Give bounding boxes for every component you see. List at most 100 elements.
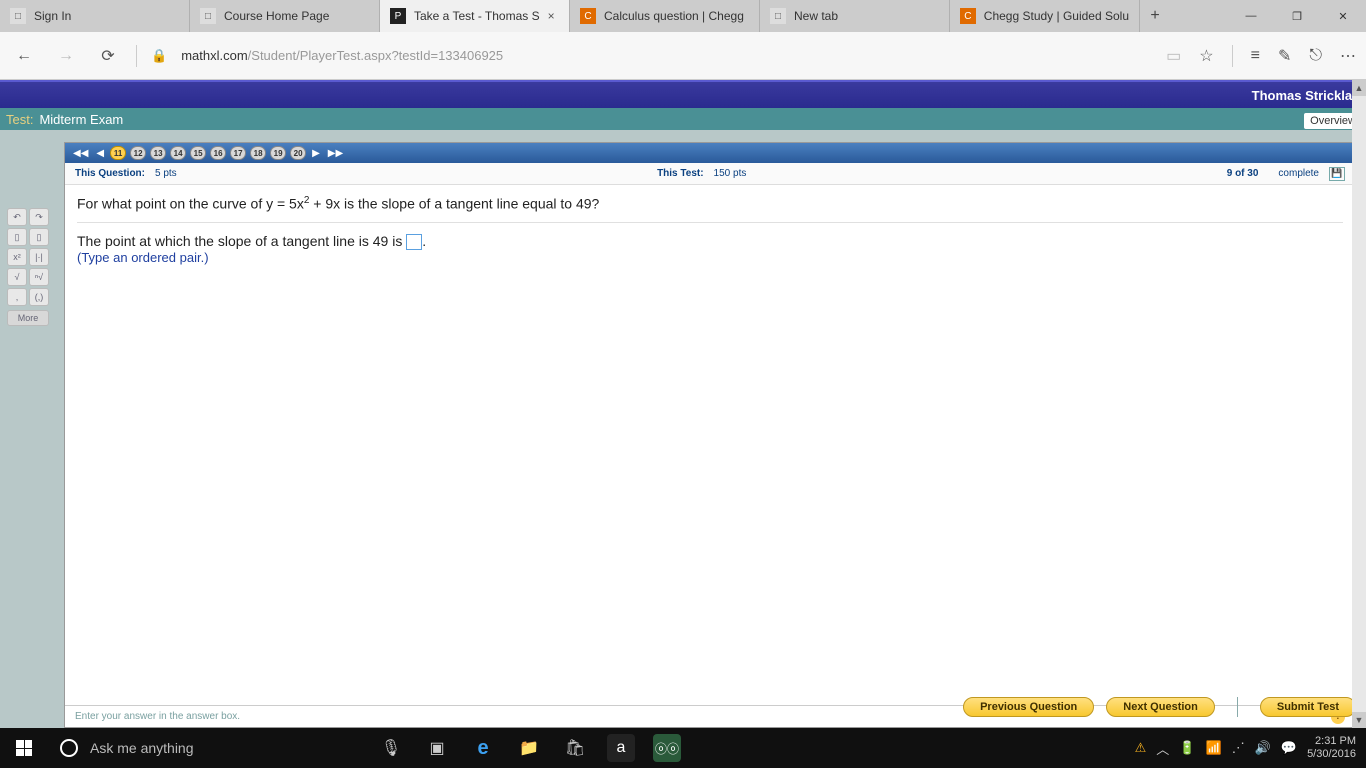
- wifi-icon[interactable]: ⋰: [1232, 740, 1245, 756]
- qnum-12[interactable]: 12: [130, 146, 146, 160]
- answer-input[interactable]: [406, 234, 422, 250]
- action-center-icon[interactable]: 💬: [1281, 740, 1297, 756]
- tab-chegg-question[interactable]: C Calculus question | Chegg: [570, 0, 760, 32]
- url-host: mathxl.com: [181, 48, 247, 63]
- comma-button[interactable]: ,: [7, 288, 27, 306]
- test-label: Test:: [6, 112, 33, 127]
- pair-button[interactable]: (,): [29, 288, 49, 306]
- qnum-14[interactable]: 14: [170, 146, 186, 160]
- this-test-label: This Test:: [657, 168, 703, 179]
- cortana-icon: [60, 739, 78, 757]
- url-path: /Student/PlayerTest.aspx?testId=13340692…: [248, 48, 504, 63]
- page-scrollbar[interactable]: ▲ ▼: [1352, 80, 1366, 728]
- abs-button[interactable]: |·|: [29, 248, 49, 266]
- question-body: For what point on the curve of y = 5x2 +…: [65, 185, 1355, 705]
- tab-title: Take a Test - Thomas S: [414, 9, 540, 23]
- forward-button[interactable]: →: [52, 42, 80, 70]
- separator: [1237, 697, 1238, 717]
- task-view-icon[interactable]: ▣: [414, 728, 460, 768]
- clock[interactable]: 2:31 PM 5/30/2016: [1307, 735, 1356, 761]
- work-area: ↶↷ ▯▯ x²|·| √ⁿ√ ,(,) More ◀◀ ◀ 11 12 13 …: [0, 130, 1366, 728]
- more-tools-button[interactable]: More: [7, 310, 49, 326]
- new-tab-button[interactable]: +: [1140, 0, 1170, 32]
- toolbar-right: ▭ ☆ ≡ ✎ ⎋ ⋯: [1166, 45, 1356, 67]
- qnum-11[interactable]: 11: [110, 146, 126, 160]
- maximize-button[interactable]: ❐: [1274, 0, 1320, 32]
- redo-button[interactable]: ↷: [29, 208, 49, 226]
- network-icon[interactable]: 📶: [1206, 740, 1222, 756]
- previous-question-button[interactable]: Previous Question: [963, 697, 1094, 717]
- cortana-placeholder: Ask me anything: [90, 740, 194, 756]
- amazon-icon[interactable]: a: [607, 734, 635, 762]
- test-name: Midterm Exam: [39, 112, 123, 127]
- nav-prev-icon[interactable]: ◀: [94, 148, 106, 159]
- scroll-down-icon[interactable]: ▼: [1352, 712, 1366, 728]
- favorite-icon[interactable]: ☆: [1199, 46, 1213, 66]
- date: 5/30/2016: [1307, 748, 1356, 761]
- answer-hint: (Type an ordered pair.): [77, 250, 1343, 265]
- close-icon[interactable]: ×: [548, 9, 555, 23]
- qnum-17[interactable]: 17: [230, 146, 246, 160]
- fraction-button[interactable]: ▯: [7, 228, 27, 246]
- volume-icon[interactable]: 🔊: [1255, 740, 1271, 756]
- tab-title: New tab: [794, 9, 838, 23]
- app-header: Thomas Stricklan: [0, 80, 1366, 108]
- page-icon: □: [10, 8, 26, 24]
- file-explorer-icon[interactable]: 📁: [506, 728, 552, 768]
- tab-take-test[interactable]: P Take a Test - Thomas S ×: [380, 0, 570, 32]
- undo-button[interactable]: ↶: [7, 208, 27, 226]
- nav-next-icon[interactable]: ▶: [310, 148, 322, 159]
- onedrive-warn-icon[interactable]: ⚠: [1135, 740, 1147, 756]
- hub-icon[interactable]: ≡: [1251, 47, 1260, 65]
- taskbar-apps: 🎙 ▣ e 📁 🛍 a ⓞⓞ: [368, 728, 690, 768]
- qnum-18[interactable]: 18: [250, 146, 266, 160]
- share-icon[interactable]: ⎋: [1309, 47, 1322, 65]
- this-test-pts: 150 pts: [714, 168, 747, 179]
- notes-icon[interactable]: ✎: [1278, 46, 1291, 66]
- separator: [1232, 45, 1233, 67]
- chevron-up-icon[interactable]: ︿: [1156, 739, 1169, 758]
- qnum-15[interactable]: 15: [190, 146, 206, 160]
- separator: [136, 45, 137, 67]
- sqrt-button[interactable]: √: [7, 268, 27, 286]
- refresh-button[interactable]: ⟳: [94, 42, 122, 70]
- qnum-19[interactable]: 19: [270, 146, 286, 160]
- back-button[interactable]: ←: [10, 42, 38, 70]
- submit-test-button[interactable]: Submit Test: [1260, 697, 1356, 717]
- more-icon[interactable]: ⋯: [1340, 46, 1356, 66]
- lock-icon[interactable]: 🔒: [151, 48, 167, 64]
- battery-icon[interactable]: 🔋: [1179, 740, 1195, 756]
- qnum-20[interactable]: 20: [290, 146, 306, 160]
- this-question-label: This Question:: [75, 168, 145, 179]
- reading-view-icon[interactable]: ▭: [1166, 46, 1181, 66]
- nthroot-button[interactable]: ⁿ√: [29, 268, 49, 286]
- tab-signin[interactable]: □ Sign In: [0, 0, 190, 32]
- progress-complete: complete: [1278, 168, 1319, 179]
- minimize-button[interactable]: —: [1228, 0, 1274, 32]
- tab-course-home[interactable]: □ Course Home Page: [190, 0, 380, 32]
- url-field[interactable]: mathxl.com/Student/PlayerTest.aspx?testI…: [181, 48, 1152, 63]
- nav-last-icon[interactable]: ▶▶: [326, 148, 345, 159]
- mixed-button[interactable]: ▯: [29, 228, 49, 246]
- tab-chegg-study[interactable]: C Chegg Study | Guided Solu: [950, 0, 1140, 32]
- tab-new[interactable]: □ New tab: [760, 0, 950, 32]
- start-button[interactable]: [0, 728, 48, 768]
- page-icon: □: [770, 8, 786, 24]
- close-button[interactable]: ✕: [1320, 0, 1366, 32]
- next-question-button[interactable]: Next Question: [1106, 697, 1215, 717]
- exponent-button[interactable]: x²: [7, 248, 27, 266]
- tripadvisor-icon[interactable]: ⓞⓞ: [653, 734, 681, 762]
- cortana-search[interactable]: Ask me anything: [48, 728, 368, 768]
- scroll-up-icon[interactable]: ▲: [1352, 80, 1366, 96]
- mic-icon[interactable]: 🎙: [368, 728, 414, 768]
- qnum-13[interactable]: 13: [150, 146, 166, 160]
- qnum-16[interactable]: 16: [210, 146, 226, 160]
- address-bar: ← → ⟳ 🔒 mathxl.com/Student/PlayerTest.as…: [0, 32, 1366, 80]
- edge-icon[interactable]: e: [460, 728, 506, 768]
- action-row: Previous Question Next Question Submit T…: [64, 694, 1356, 720]
- save-icon[interactable]: 💾: [1329, 167, 1345, 181]
- test-bar: Test: Midterm Exam Overview: [0, 108, 1366, 130]
- tab-title: Course Home Page: [224, 9, 329, 23]
- store-icon[interactable]: 🛍: [552, 728, 598, 768]
- nav-first-icon[interactable]: ◀◀: [71, 148, 90, 159]
